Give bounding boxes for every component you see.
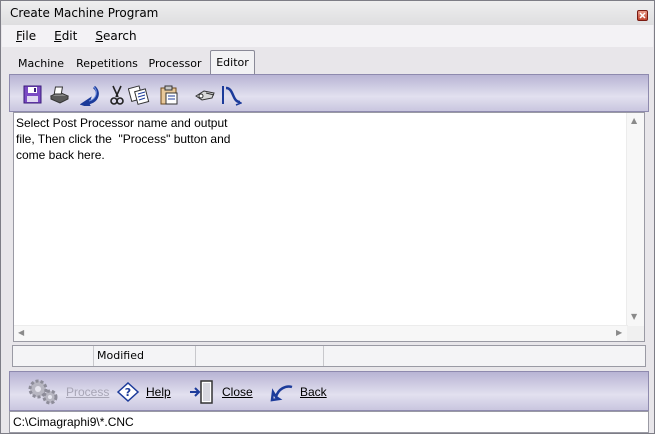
scroll-up-icon[interactable]: ▲ <box>631 117 637 125</box>
menu-file[interactable]: File <box>16 29 36 43</box>
scroll-left-icon[interactable]: ◀ <box>18 329 24 337</box>
menu-search[interactable]: Search <box>95 29 136 43</box>
vertical-scrollbar[interactable]: ▲ ▼ <box>626 113 644 327</box>
copy-icon[interactable] <box>128 84 150 106</box>
title-bar[interactable]: Create Machine Program <box>1 1 654 25</box>
scroll-right-icon[interactable]: ▶ <box>616 329 622 337</box>
tab-editor[interactable]: Editor <box>210 50 255 74</box>
window-close-button[interactable] <box>637 10 648 21</box>
find-next-icon[interactable] <box>220 84 242 106</box>
print-icon[interactable] <box>48 84 70 106</box>
editor-toolbar <box>9 74 649 112</box>
editor-status-bar: Modified <box>12 345 646 367</box>
menu-edit[interactable]: Edit <box>54 29 77 43</box>
status-separator <box>93 346 94 366</box>
undo-icon[interactable] <box>80 84 102 106</box>
code-editor[interactable]: Select Post Processor name and output fi… <box>13 112 645 342</box>
modified-status: Modified <box>97 349 144 362</box>
action-button-bar: Process ? Help Close Back <box>9 371 649 411</box>
svg-text:?: ? <box>125 386 131 399</box>
back-arrow-icon <box>270 385 293 402</box>
close-icon <box>639 12 646 19</box>
scroll-down-icon[interactable]: ▼ <box>631 313 637 321</box>
help-icon: ? <box>116 381 140 403</box>
tab-machine[interactable]: Machine <box>13 54 69 73</box>
find-icon[interactable] <box>194 84 216 106</box>
tab-processor[interactable]: Processor <box>145 54 205 73</box>
process-button[interactable]: Process <box>26 377 109 407</box>
save-icon[interactable] <box>22 84 44 106</box>
tab-strip: Machine Repetitions Processor Editor <box>9 50 653 74</box>
menu-bar: File Edit Search <box>2 25 653 47</box>
create-machine-program-window: Create Machine Program File Edit Search … <box>0 0 655 434</box>
tab-repetitions[interactable]: Repetitions <box>73 54 141 73</box>
close-button[interactable]: Close <box>188 377 253 407</box>
paste-icon[interactable] <box>158 84 180 106</box>
status-separator <box>323 346 324 366</box>
scrollbar-corner <box>627 326 644 341</box>
back-button[interactable]: Back <box>270 377 327 407</box>
cut-icon[interactable] <box>106 84 128 106</box>
gears-icon <box>28 379 58 405</box>
status-separator <box>195 346 196 366</box>
exit-door-icon <box>190 380 213 404</box>
horizontal-scrollbar[interactable]: ◀ ▶ <box>14 325 628 341</box>
file-path-field[interactable]: C:\Cimagraphi9\*.CNC <box>9 411 649 433</box>
help-button[interactable]: ? Help <box>116 377 171 407</box>
editor-textarea[interactable]: Select Post Processor name and output fi… <box>16 115 626 325</box>
window-title: Create Machine Program <box>10 6 159 20</box>
